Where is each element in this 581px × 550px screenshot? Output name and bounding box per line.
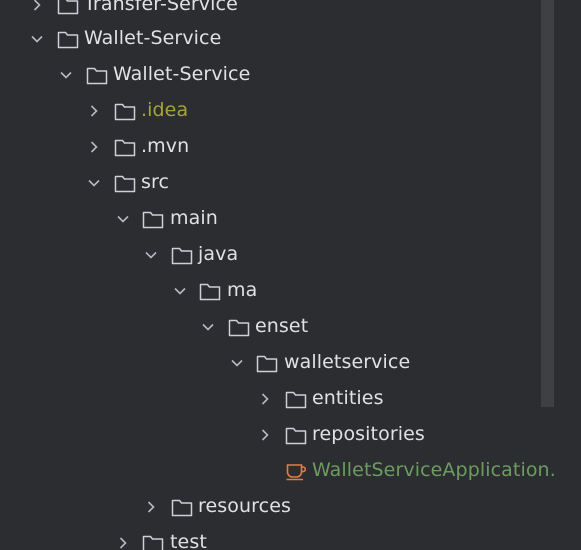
folder-icon — [142, 533, 164, 550]
folder-icon — [171, 245, 193, 265]
chevron-right-icon[interactable] — [144, 500, 158, 514]
tree-item-wallet-service-root[interactable]: Wallet-Service — [0, 20, 555, 56]
tree-item-label: test — [170, 531, 207, 550]
folder-icon — [57, 0, 79, 15]
tree-item-test[interactable]: test — [0, 524, 555, 550]
folder-icon — [142, 209, 164, 229]
chevron-right-icon[interactable] — [258, 392, 272, 406]
vertical-scrollbar[interactable] — [541, 0, 554, 407]
chevron-down-icon[interactable] — [230, 356, 244, 370]
chevron-down-icon[interactable] — [173, 284, 187, 298]
folder-icon — [285, 389, 307, 409]
tree-item-label: WalletServiceApplication.ja — [312, 459, 555, 481]
tree-item-resources[interactable]: resources — [0, 488, 555, 524]
tree-item-label: src — [141, 171, 170, 193]
folder-icon — [256, 353, 278, 373]
tree-item-label: repositories — [312, 423, 425, 445]
tree-item-transfer-service[interactable]: Transfer-Service — [0, 0, 555, 22]
chevron-down-icon[interactable] — [30, 32, 44, 46]
tree-item-label: Wallet-Service — [84, 27, 222, 49]
chevron-right-icon[interactable] — [87, 140, 101, 154]
tree-item-main[interactable]: main — [0, 200, 555, 236]
chevron-right-icon[interactable] — [87, 104, 101, 118]
java-class-icon — [285, 459, 307, 481]
tree-item-java[interactable]: java — [0, 236, 555, 272]
folder-icon — [57, 29, 79, 49]
folder-icon — [285, 425, 307, 445]
tree-item-src[interactable]: src — [0, 164, 555, 200]
folder-icon — [86, 65, 108, 85]
chevron-down-icon[interactable] — [116, 212, 130, 226]
tree-item-entities[interactable]: entities — [0, 380, 555, 416]
folder-icon — [114, 173, 136, 193]
tree-item-repositories[interactable]: repositories — [0, 416, 555, 452]
tree-item-label: main — [170, 207, 218, 229]
chevron-down-icon[interactable] — [59, 68, 73, 82]
tree-item-label: .idea — [141, 99, 189, 121]
folder-icon — [114, 101, 136, 121]
tree-item-enset[interactable]: enset — [0, 308, 555, 344]
tree-item-label: .mvn — [141, 135, 190, 157]
tree-item-label: ma — [227, 279, 258, 301]
tree-item-idea[interactable]: .idea — [0, 92, 555, 128]
tree-item-label: entities — [312, 387, 384, 409]
chevron-right-icon[interactable] — [116, 536, 130, 550]
tree-item-label: Wallet-Service — [113, 63, 251, 85]
chevron-down-icon[interactable] — [144, 248, 158, 262]
tree-item-label: resources — [198, 495, 291, 517]
tree-item-wallet-service-application[interactable]: WalletServiceApplication.ja — [0, 452, 555, 488]
tree-item-mvn[interactable]: .mvn — [0, 128, 555, 164]
folder-icon — [114, 137, 136, 157]
chevron-down-icon[interactable] — [201, 320, 215, 334]
tree-item-wallet-service-module[interactable]: Wallet-Service — [0, 56, 555, 92]
folder-icon — [171, 497, 193, 517]
tree-item-label: java — [198, 243, 239, 265]
tree-item-ma[interactable]: ma — [0, 272, 555, 308]
tree-item-label: enset — [255, 315, 309, 337]
project-tree: Transfer-Service Wallet-Service Wallet-S… — [0, 0, 555, 550]
folder-icon — [199, 281, 221, 301]
tree-item-label: Transfer-Service — [84, 0, 238, 15]
tree-item-label: walletservice — [284, 351, 411, 373]
tree-item-walletservice[interactable]: walletservice — [0, 344, 555, 380]
chevron-down-icon[interactable] — [87, 176, 101, 190]
chevron-right-icon[interactable] — [258, 428, 272, 442]
folder-icon — [228, 317, 250, 337]
chevron-right-icon[interactable] — [30, 0, 44, 12]
